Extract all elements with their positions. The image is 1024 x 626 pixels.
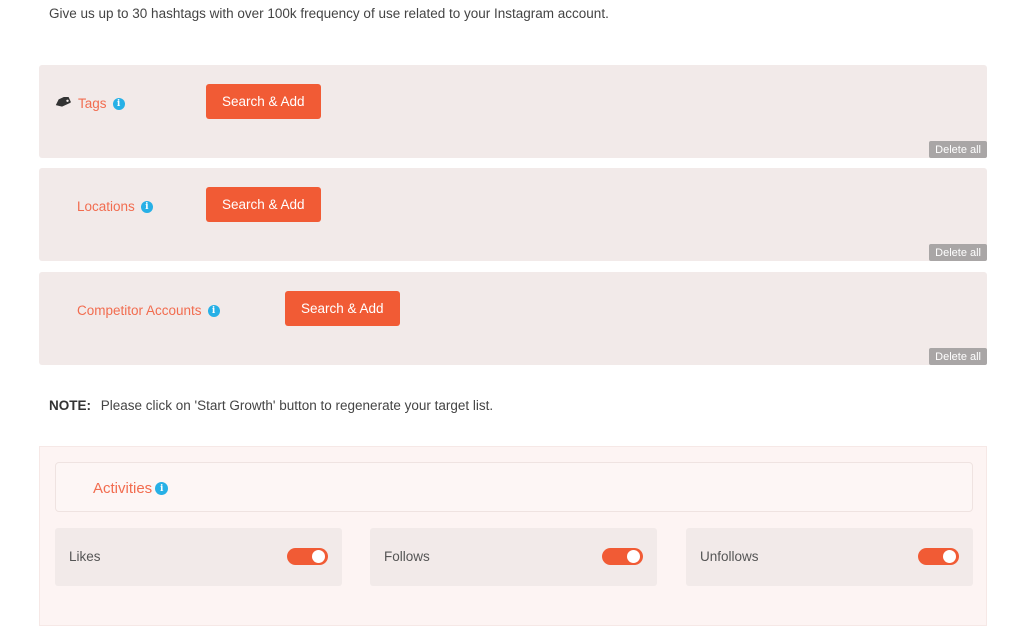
locations-label-group: Locations i: [77, 199, 153, 214]
activity-card-follows: Follows: [370, 528, 657, 586]
toggle-knob: [943, 550, 956, 563]
locations-section: Locations i Search & Add Delete all: [39, 168, 987, 261]
competitor-accounts-section: Competitor Accounts i Search & Add Delet…: [39, 272, 987, 365]
note-prefix: NOTE:: [49, 398, 91, 413]
activities-title-group: Activities i: [93, 480, 169, 497]
competitor-accounts-search-add-button[interactable]: Search & Add: [285, 291, 400, 326]
activities-header: Activities i: [55, 462, 973, 512]
competitor-accounts-delete-all-button[interactable]: Delete all: [929, 348, 987, 365]
locations-delete-all-button[interactable]: Delete all: [929, 244, 987, 261]
intro-text: Give us up to 30 hashtags with over 100k…: [49, 6, 609, 21]
info-icon[interactable]: i: [155, 482, 169, 495]
activity-label: Follows: [384, 549, 430, 564]
info-icon[interactable]: i: [207, 304, 220, 317]
tags-delete-all-button[interactable]: Delete all: [929, 141, 987, 158]
competitor-accounts-label: Competitor Accounts: [77, 303, 202, 318]
unfollows-toggle[interactable]: [918, 548, 959, 565]
activity-card-likes: Likes: [55, 528, 342, 586]
tags-search-add-button[interactable]: Search & Add: [206, 84, 321, 119]
tags-label-group: Tags i: [54, 96, 125, 111]
tag-icon: [55, 96, 71, 107]
activity-label: Unfollows: [700, 549, 759, 564]
activities-panel: Activities i Likes Follows Unfollows: [39, 446, 987, 626]
toggle-knob: [312, 550, 325, 563]
locations-label: Locations: [77, 199, 135, 214]
activity-card-unfollows: Unfollows: [686, 528, 973, 586]
competitor-accounts-label-group: Competitor Accounts i: [77, 303, 220, 318]
tags-label: Tags: [78, 96, 107, 111]
tags-section: Tags i Search & Add Delete all: [39, 65, 987, 158]
likes-toggle[interactable]: [287, 548, 328, 565]
note-message: Please click on 'Start Growth' button to…: [100, 398, 494, 413]
info-icon[interactable]: i: [140, 200, 153, 213]
info-icon[interactable]: i: [112, 97, 125, 110]
follows-toggle[interactable]: [602, 548, 643, 565]
activities-title: Activities: [93, 480, 153, 497]
note-text: NOTE: Please click on 'Start Growth' but…: [49, 398, 493, 413]
locations-search-add-button[interactable]: Search & Add: [206, 187, 321, 222]
activity-label: Likes: [69, 549, 101, 564]
toggle-knob: [627, 550, 640, 563]
